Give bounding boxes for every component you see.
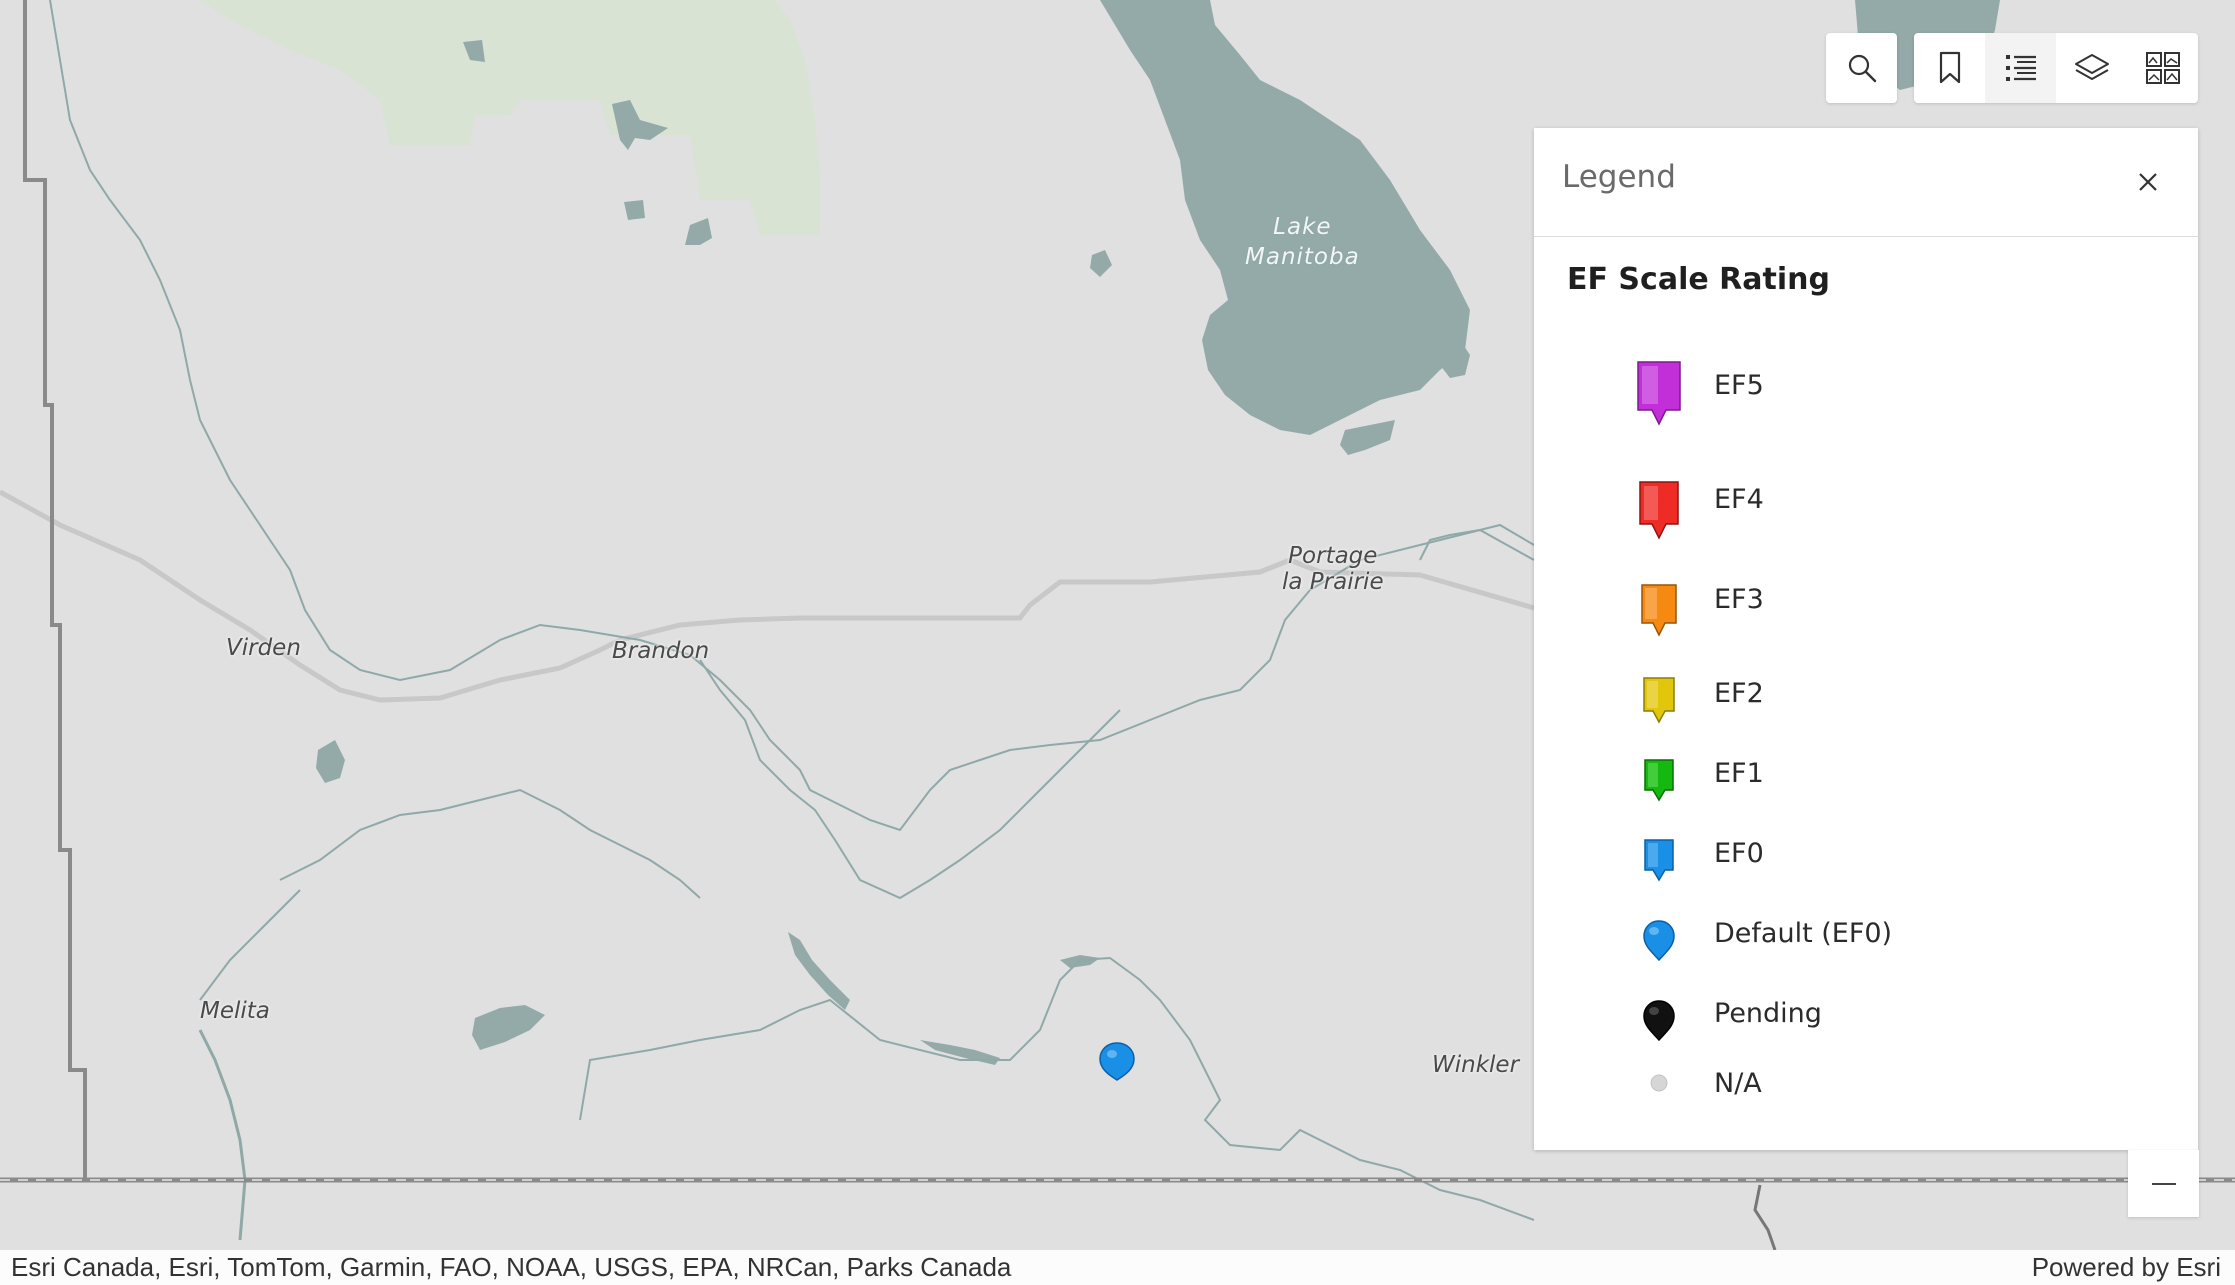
place-label-brandon: Brandon <box>612 638 710 664</box>
legend-item-pending: Pending <box>1534 988 2198 1058</box>
legend-item-ef1: EF1 <box>1534 748 2198 818</box>
park-area <box>200 0 820 235</box>
place-label-la-prairie: la Prairie <box>1282 569 1384 596</box>
search-icon <box>1848 54 1876 83</box>
legend-item-ef2: EF2 <box>1534 668 2198 738</box>
lake <box>472 1005 545 1050</box>
legend-title: Legend <box>1562 159 1676 195</box>
lake <box>316 740 345 783</box>
water-label-lake: Lake <box>1273 214 1332 240</box>
place-label-virden: Virden <box>226 635 301 661</box>
legend-label-ef0: EF0 <box>1714 838 1764 869</box>
bookmarks-button[interactable] <box>1914 33 1985 103</box>
legend-swatch-pending <box>1614 998 1704 1044</box>
water-label-manitoba: Manitoba <box>1245 243 1360 270</box>
minus-icon <box>2151 1182 2176 1185</box>
basemap-gallery-icon <box>2145 52 2180 84</box>
legend-swatch-ef2 <box>1614 676 1704 726</box>
river <box>1753 1184 1777 1250</box>
search-button[interactable] <box>1826 33 1897 103</box>
legend-item-ef4: EF4 <box>1534 468 2198 558</box>
legend-label-pending: Pending <box>1714 998 1822 1029</box>
place-label-winkler: Winkler <box>1432 1052 1520 1078</box>
river <box>198 1029 247 1241</box>
search-toolbar <box>1826 33 1897 103</box>
lake <box>624 200 645 220</box>
legend-label-na: N/A <box>1714 1068 1762 1099</box>
legend-item-ef3: EF3 <box>1534 570 2198 650</box>
attribution-credits[interactable]: Esri Canada, Esri, TomTom, Garmin, FAO, … <box>11 1252 1011 1283</box>
legend-swatch-default-ef0 <box>1614 918 1704 964</box>
basemap-gallery-button[interactable] <box>2127 33 2198 103</box>
water-label-lake-manitoba: Lake Manitoba <box>1245 213 1360 273</box>
river <box>699 659 1121 900</box>
layers-icon <box>2074 54 2109 80</box>
round-pin-icon <box>1643 920 1675 962</box>
legend-item-na: N/A <box>1534 1058 2198 1118</box>
legend-layer-title: EF Scale Rating <box>1567 262 1830 297</box>
tornado-point-marker[interactable] <box>1099 1042 1135 1081</box>
layers-button[interactable] <box>2056 33 2127 103</box>
legend-item-default-ef0: Default (EF0) <box>1534 908 2198 978</box>
close-icon <box>2139 173 2157 191</box>
square-pin-icon <box>1639 481 1679 540</box>
legend-header: Legend <box>1534 128 2198 237</box>
legend-label-ef4: EF4 <box>1714 484 1764 515</box>
legend-swatch-ef4 <box>1614 480 1704 542</box>
square-pin-icon <box>1637 361 1681 426</box>
legend-swatch-ef3 <box>1614 583 1704 639</box>
legend-label-ef5: EF5 <box>1714 370 1764 401</box>
legend-list-icon <box>2005 55 2036 81</box>
river <box>279 788 701 899</box>
legend-close-button[interactable] <box>2126 160 2170 204</box>
lake <box>685 218 712 245</box>
square-pin-icon <box>1644 759 1674 802</box>
legend-swatch-na <box>1614 1072 1704 1094</box>
bookmark-icon <box>1939 51 1960 84</box>
legend-panel: Legend EF Scale Rating EF5 EF4 EF3 EF2 E… <box>1534 128 2198 1150</box>
legend-item-ef5: EF5 <box>1534 350 2198 450</box>
place-label-melita: Melita <box>200 998 270 1024</box>
river <box>1419 523 1535 561</box>
legend-label-ef2: EF2 <box>1714 678 1764 709</box>
provincial-boundary <box>23 0 87 1180</box>
river <box>199 889 301 1001</box>
legend-label-ef1: EF1 <box>1714 758 1764 789</box>
zoom-out-button[interactable] <box>2128 1150 2199 1217</box>
legend-button[interactable] <box>1985 33 2056 103</box>
round-pin-icon <box>1643 1000 1675 1042</box>
powered-by-esri[interactable]: Powered by Esri <box>2032 1252 2221 1283</box>
lake <box>1060 955 1100 968</box>
lake <box>788 932 850 1010</box>
legend-label-default-ef0: Default (EF0) <box>1714 918 1893 949</box>
place-label-portage: Portage <box>1288 543 1378 569</box>
legend-label-ef3: EF3 <box>1714 584 1764 615</box>
attribution-bar: Esri Canada, Esri, TomTom, Garmin, FAO, … <box>0 1250 2235 1285</box>
legend-swatch-ef1 <box>1614 758 1704 804</box>
lake <box>1340 420 1395 455</box>
widget-toolbar <box>1914 33 2198 103</box>
legend-item-ef0: EF0 <box>1534 828 2198 898</box>
square-pin-icon <box>1643 677 1675 724</box>
square-pin-icon <box>1641 584 1677 637</box>
map-app: Virden Brandon Melita Winkler Portage la… <box>0 0 2235 1285</box>
legend-swatch-ef5 <box>1614 360 1704 430</box>
lake <box>1090 250 1112 277</box>
square-pin-icon <box>1644 839 1674 882</box>
place-label-portage-la-prairie: Portage la Prairie <box>1282 543 1384 596</box>
dot-icon <box>1650 1074 1668 1092</box>
legend-swatch-ef0 <box>1614 838 1704 884</box>
